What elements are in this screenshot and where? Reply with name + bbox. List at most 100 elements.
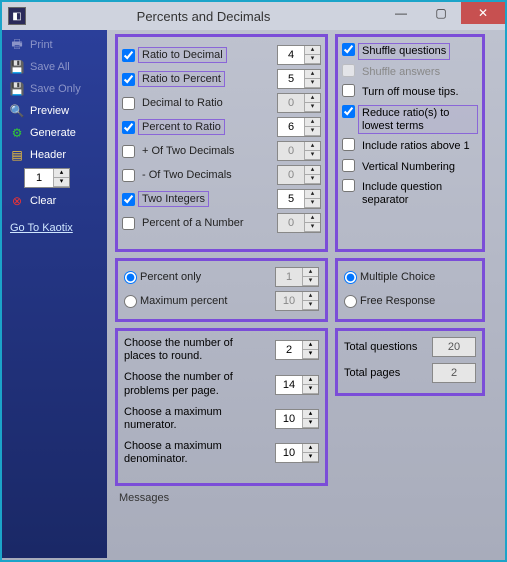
maximum-percent-row[interactable]: Maximum percent▴▾ [124, 289, 319, 313]
question-count-spinner[interactable]: ▴▾ [277, 117, 321, 137]
opt-include-above-1[interactable]: Include ratios above 1 [342, 138, 478, 155]
question-count-input [278, 169, 304, 181]
max-denominator-input[interactable] [276, 447, 302, 459]
header-spinner[interactable]: ▴▾ [24, 168, 70, 188]
max-denominator-spinner[interactable]: ▴▾ [275, 443, 319, 463]
header-up-arrow[interactable]: ▴ [54, 169, 69, 178]
question-count-input[interactable] [278, 73, 304, 85]
down-arrow-icon: ▾ [305, 223, 320, 232]
question-count-spinner[interactable]: ▴▾ [277, 69, 321, 89]
header-value-input[interactable] [25, 172, 53, 184]
question-type-label-wrap[interactable]: Decimal to Ratio [122, 95, 273, 111]
question-type-checkbox[interactable] [122, 145, 135, 158]
up-arrow-icon[interactable]: ▴ [303, 410, 318, 419]
rounding-spinner[interactable]: ▴▾ [275, 340, 319, 360]
question-type-checkbox[interactable] [122, 49, 135, 62]
question-type-checkbox[interactable] [122, 217, 135, 230]
question-type-label-wrap[interactable]: Percent to Ratio [122, 119, 273, 135]
opt-vertical-numbering[interactable]: Vertical Numbering [342, 159, 478, 176]
up-arrow-icon[interactable]: ▴ [305, 70, 320, 79]
opt-reduce-ratios[interactable]: Reduce ratio(s) to lowest terms [342, 105, 478, 134]
question-count-spinner: ▴▾ [277, 165, 321, 185]
sidebar-generate[interactable]: ⚙Generate [6, 124, 103, 142]
max-numerator-spinner[interactable]: ▴▾ [275, 409, 319, 429]
sidebar-save-only-label: Save Only [30, 83, 81, 95]
question-count-spinner: ▴▾ [277, 93, 321, 113]
down-arrow-icon[interactable]: ▾ [305, 127, 320, 136]
opt-question-separator[interactable]: Include question separator [342, 179, 478, 208]
max-numerator-input[interactable] [276, 413, 302, 425]
up-arrow-icon[interactable]: ▴ [305, 118, 320, 127]
per-page-input[interactable] [276, 379, 302, 391]
down-arrow-icon[interactable]: ▾ [305, 199, 320, 208]
mouse-tips-label: Turn off mouse tips. [358, 84, 463, 101]
question-count-spinner[interactable]: ▴▾ [277, 45, 321, 65]
maximum-percent-radio[interactable] [124, 295, 137, 308]
question-type-label-wrap[interactable]: Two Integers [122, 191, 273, 207]
percent-only-spinner: ▴▾ [275, 267, 319, 287]
question-type-checkbox[interactable] [122, 169, 135, 182]
sidebar-preview[interactable]: 🔍Preview [6, 102, 103, 120]
down-arrow-icon[interactable]: ▾ [303, 350, 318, 359]
up-arrow-icon[interactable]: ▴ [303, 376, 318, 385]
question-type-label-wrap[interactable]: Percent of a Number [122, 215, 273, 231]
question-count-input[interactable] [278, 49, 304, 61]
question-type-checkbox[interactable] [122, 97, 135, 110]
maximum-percent-value [276, 295, 302, 307]
question-type-row: + Of Two Decimals▴▾ [122, 139, 321, 163]
sidebar-clear[interactable]: ⊗Clear [6, 192, 103, 210]
separator-checkbox[interactable] [342, 179, 355, 192]
reduce-label: Reduce ratio(s) to lowest terms [358, 105, 478, 134]
free-response-row[interactable]: Free Response [344, 289, 476, 313]
down-arrow-icon[interactable]: ▾ [303, 385, 318, 394]
rounding-row: Choose the number of places to round.▴▾ [124, 337, 319, 363]
minimize-button[interactable]: — [381, 2, 421, 24]
sidebar-clear-label: Clear [30, 195, 56, 207]
maximum-percent-label: Maximum percent [140, 295, 227, 307]
multiple-choice-radio[interactable] [344, 271, 357, 284]
up-arrow-icon[interactable]: ▴ [303, 444, 318, 453]
sidebar-header[interactable]: ▤Header [6, 146, 103, 164]
percent-only-value [276, 271, 302, 283]
question-count-input[interactable] [278, 193, 304, 205]
question-type-checkbox[interactable] [122, 193, 135, 206]
up-arrow-icon[interactable]: ▴ [303, 341, 318, 350]
question-count-input[interactable] [278, 121, 304, 133]
header-down-arrow[interactable]: ▾ [54, 178, 69, 187]
down-arrow-icon[interactable]: ▾ [305, 55, 320, 64]
close-button[interactable]: ✕ [461, 2, 505, 24]
down-arrow-icon[interactable]: ▾ [303, 453, 318, 462]
down-arrow-icon: ▾ [305, 175, 320, 184]
percent-only-row[interactable]: Percent only▴▾ [124, 265, 319, 289]
up-arrow-icon[interactable]: ▴ [305, 190, 320, 199]
opt-shuffle-questions[interactable]: Shuffle questions [342, 43, 478, 60]
question-type-checkbox[interactable] [122, 73, 135, 86]
question-type-label-wrap[interactable]: Ratio to Percent [122, 71, 273, 87]
include-above1-checkbox[interactable] [342, 138, 355, 151]
free-response-radio[interactable] [344, 295, 357, 308]
multiple-choice-row[interactable]: Multiple Choice [344, 265, 476, 289]
per-page-spinner[interactable]: ▴▾ [275, 375, 319, 395]
question-type-label-wrap[interactable]: - Of Two Decimals [122, 167, 273, 183]
mouse-tips-checkbox[interactable] [342, 84, 355, 97]
question-type-label-wrap[interactable]: Ratio to Decimal [122, 47, 273, 63]
down-arrow-icon: ▾ [305, 103, 320, 112]
opt-mouse-tips[interactable]: Turn off mouse tips. [342, 84, 478, 101]
shuffle-questions-checkbox[interactable] [342, 43, 355, 56]
percent-only-radio[interactable] [124, 271, 137, 284]
down-arrow-icon[interactable]: ▾ [305, 79, 320, 88]
rounding-input[interactable] [276, 344, 302, 356]
vertical-checkbox[interactable] [342, 159, 355, 172]
total-pages-value: 2 [432, 363, 476, 383]
down-arrow-icon[interactable]: ▾ [303, 419, 318, 428]
question-type-label-wrap[interactable]: + Of Two Decimals [122, 143, 273, 159]
question-type-label: + Of Two Decimals [138, 143, 238, 159]
question-count-input [278, 97, 304, 109]
question-count-spinner[interactable]: ▴▾ [277, 189, 321, 209]
question-type-checkbox[interactable] [122, 121, 135, 134]
sidebar-link-kaotix[interactable]: Go To Kaotix [6, 218, 103, 238]
up-arrow-icon[interactable]: ▴ [305, 46, 320, 55]
sidebar-save-all: 💾Save All [6, 58, 103, 76]
reduce-checkbox[interactable] [342, 105, 355, 118]
maximize-button[interactable]: ▢ [421, 2, 461, 24]
